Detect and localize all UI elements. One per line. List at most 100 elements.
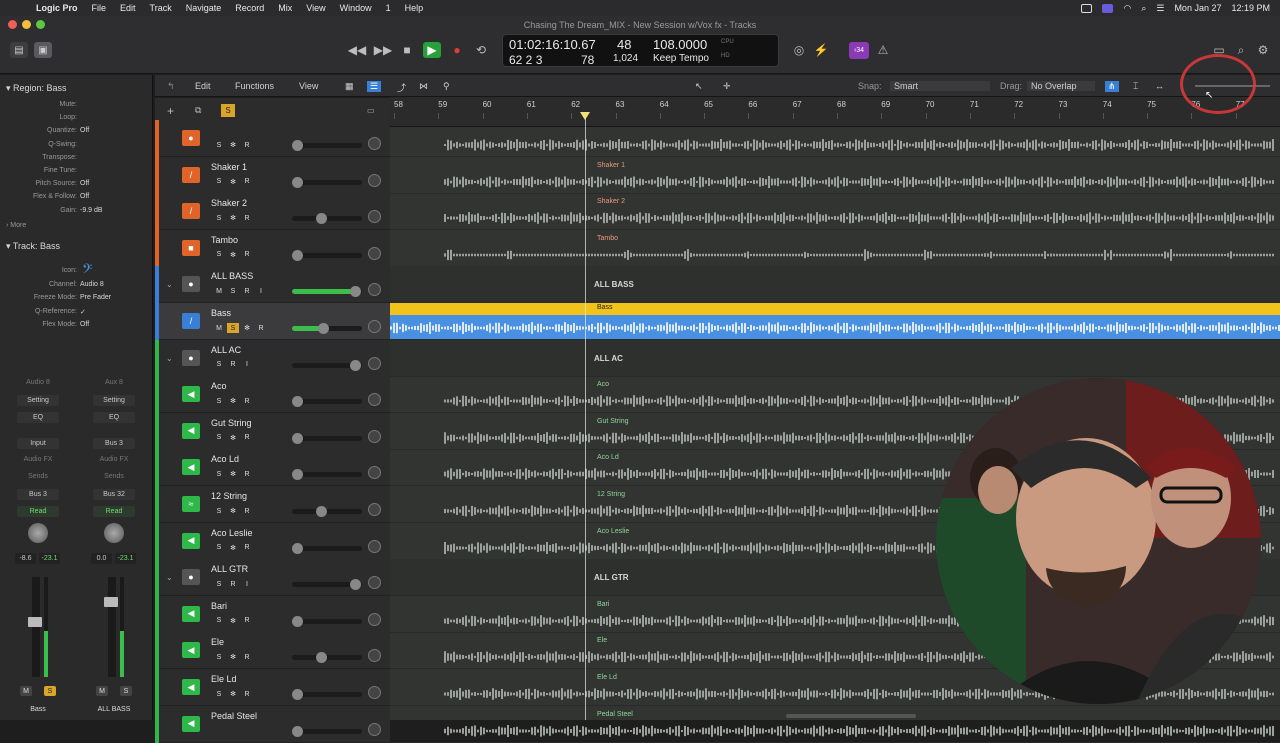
menu-edit[interactable]: Edit [120, 3, 136, 13]
duplicate-track-icon[interactable]: ⧉ [195, 105, 201, 116]
menu-help[interactable]: Help [405, 3, 424, 13]
track-pan-knob[interactable] [368, 466, 381, 480]
track-icon[interactable]: ◀ [182, 459, 200, 476]
region-label[interactable]: Pedal Steel [597, 711, 633, 718]
track-record-button[interactable]: R [227, 579, 239, 589]
track-param-row[interactable]: Freeze Mode: Pre Fader [0, 294, 153, 304]
track-solo-button[interactable]: S [213, 469, 225, 479]
horizontal-zoom-icon[interactable]: ↔ [1155, 81, 1164, 91]
menu-mix[interactable]: Mix [278, 3, 292, 13]
track-pan-knob[interactable] [368, 393, 381, 407]
track-record-button[interactable]: R [227, 360, 239, 370]
search-icon[interactable]: ⌕ [1141, 3, 1146, 14]
warning-icon[interactable]: ⚠ [874, 42, 892, 58]
track-solo-button[interactable]: S [213, 433, 225, 443]
track-pan-knob[interactable] [368, 137, 381, 150]
track-header[interactable]: ◀ Aco S ✻ R [155, 376, 390, 414]
track-header[interactable]: ◀ Bari S ✻ R [155, 595, 390, 633]
volume-knob[interactable] [316, 506, 327, 517]
menu-1[interactable]: 1 [386, 3, 391, 13]
track-solo-button[interactable]: S [213, 506, 225, 516]
track-solo-button[interactable]: S [213, 396, 225, 406]
track-volume-slider[interactable] [292, 213, 362, 225]
track-freeze-button[interactable]: ✻ [227, 543, 239, 553]
region-param-row[interactable]: Pitch Source: Off [0, 180, 153, 190]
track-record-button[interactable]: R [241, 689, 253, 699]
track-input-monitor-button[interactable]: I [255, 286, 267, 296]
horizontal-scrollbar[interactable] [786, 714, 916, 718]
track-freeze-button[interactable]: ✻ [227, 433, 239, 443]
setting-button[interactable]: Setting [93, 395, 135, 406]
track-icon[interactable]: / [182, 203, 200, 220]
region-label[interactable]: Bari [597, 601, 609, 608]
volume-knob[interactable] [292, 725, 303, 737]
record-button[interactable]: ● [448, 42, 466, 58]
track-input-monitor-button[interactable]: I [241, 360, 253, 370]
track-header[interactable]: ● S ✻ R [155, 120, 390, 157]
track-icon[interactable]: ≈ [182, 496, 200, 512]
track-solo-button[interactable]: S [227, 323, 239, 333]
region-param-row[interactable]: Quantize: Off [0, 127, 153, 137]
track-name[interactable]: Pedal Steel [211, 711, 257, 721]
track-param-row[interactable]: Icon: [0, 267, 153, 277]
track-solo-button[interactable]: S [213, 250, 225, 260]
setting-button[interactable]: Setting [17, 395, 59, 406]
track-freeze-button[interactable]: ✻ [227, 616, 239, 626]
mute-button[interactable]: M [20, 686, 32, 696]
track-param-row[interactable]: Q-Reference: ✓ [0, 308, 153, 318]
track-header[interactable]: ⌄ ● ALL AC S R I [155, 339, 390, 377]
track-header[interactable]: ◀ Aco Ld S ✻ R [155, 449, 390, 487]
track-name[interactable]: ALL BASS [211, 271, 253, 281]
track-record-button[interactable]: R [241, 286, 253, 296]
folder-region-label[interactable]: ALL GTR [594, 573, 629, 582]
snap-select[interactable]: Smart [890, 81, 990, 91]
track-name[interactable]: 12 String [211, 491, 247, 501]
track-volume-slider[interactable] [292, 725, 362, 737]
automation-icon[interactable]: ⤴ [397, 81, 406, 94]
view-menu[interactable]: View [299, 81, 318, 91]
plugin-badge[interactable]: ‹34 [849, 42, 869, 59]
track-record-button[interactable]: R [241, 616, 253, 626]
track-pan-knob[interactable] [368, 539, 381, 553]
menu-window[interactable]: Window [340, 3, 372, 13]
region-param-row[interactable]: Mute: [0, 101, 153, 111]
track-pan-knob[interactable] [368, 429, 381, 443]
param-value[interactable]: Pre Fader [80, 294, 111, 301]
track-name[interactable]: Gut String [211, 418, 252, 428]
rewind-button[interactable]: ◀◀ [348, 42, 366, 58]
track-pan-knob[interactable] [368, 722, 381, 736]
folder-region-label[interactable]: ALL AC [594, 354, 623, 363]
track-header[interactable]: ◀ Gut String S ✻ R [155, 412, 390, 450]
region-param-row[interactable]: Transpose: [0, 154, 153, 164]
region-label[interactable]: Shaker 1 [597, 162, 625, 169]
mute-button[interactable]: M [96, 686, 108, 696]
track-solo-button[interactable]: S [213, 543, 225, 553]
region-label[interactable]: Ele [597, 637, 607, 644]
region-label[interactable]: Aco [597, 381, 609, 388]
track-header[interactable]: ■ Tambo S ✻ R [155, 229, 390, 267]
track-solo-button[interactable]: S [213, 213, 225, 223]
track-freeze-button[interactable]: ✻ [241, 323, 253, 333]
fader-cap[interactable] [28, 617, 42, 627]
track-pan-knob[interactable] [368, 173, 381, 187]
functions-menu[interactable]: Functions [235, 81, 274, 91]
track-icon[interactable]: / [182, 166, 200, 183]
track-record-button[interactable]: R [241, 396, 253, 406]
solo-button[interactable]: S [44, 686, 56, 696]
track-record-button[interactable]: R [241, 250, 253, 260]
param-value[interactable]: Off [80, 321, 89, 328]
audio-fx-label[interactable]: Audio FX [14, 456, 62, 463]
global-solo-button[interactable]: S [221, 104, 235, 117]
track-icon[interactable]: ● [182, 130, 200, 146]
track-name[interactable]: Tambo [211, 235, 238, 245]
automation-mode[interactable]: Read [17, 506, 59, 517]
track-lane[interactable]: Bass [390, 303, 1280, 340]
track-name[interactable]: Aco Ld [211, 454, 239, 464]
track-record-button[interactable]: R [241, 469, 253, 479]
menu-navigate[interactable]: Navigate [186, 3, 222, 13]
menu-view[interactable]: View [306, 3, 325, 13]
param-value[interactable]: Off [80, 127, 89, 134]
track-name[interactable]: ALL AC [211, 345, 241, 355]
region-label[interactable]: 12 String [597, 491, 625, 498]
track-volume-slider[interactable] [292, 469, 362, 481]
